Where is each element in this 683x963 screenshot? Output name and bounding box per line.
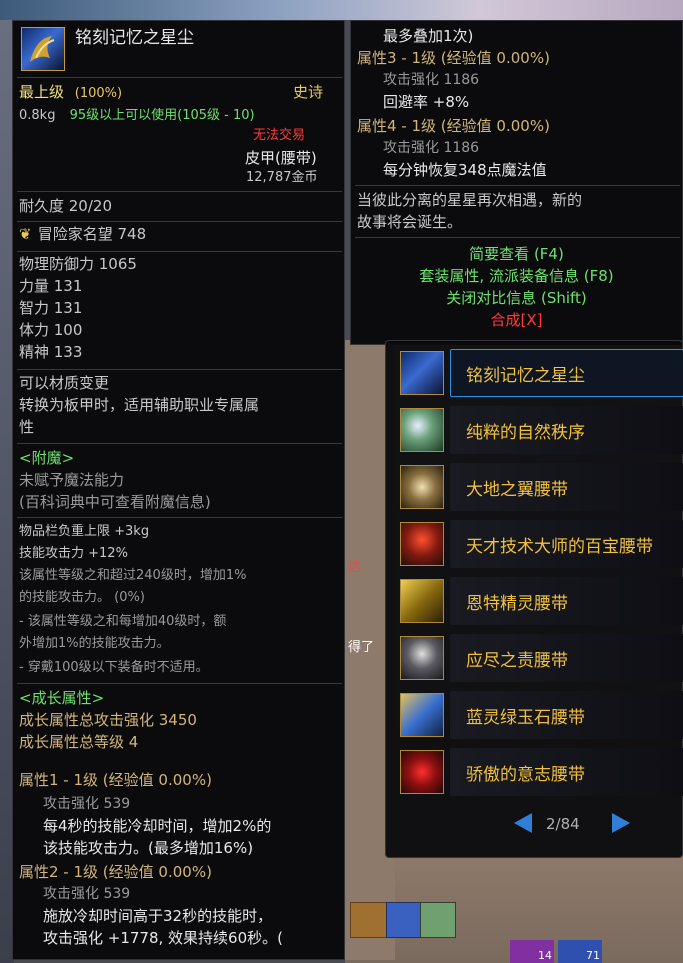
- pride-belt-icon: [400, 750, 444, 794]
- grade-label: 史诗: [293, 83, 324, 101]
- set-desc: 外增加1%的技能攻击力。: [19, 636, 170, 651]
- growth-header: <成长属性>: [19, 689, 105, 707]
- item-tooltip-panel: 铭刻记忆之星尘 最上级 (100%) 史诗 0.8kg 95级以上可以使用(10…: [12, 20, 345, 960]
- set-desc: 该属性等级之和超过240级时，增加1%: [19, 568, 247, 583]
- flavor-text: 故事将会诞生。: [357, 213, 463, 231]
- attr1-attack: 攻击强化 539: [43, 796, 131, 812]
- list-item[interactable]: 天才技术大师的百宝腰带: [394, 518, 683, 570]
- list-item[interactable]: 纯粹的自然秩序: [394, 404, 683, 456]
- equipment-list-panel: 铭刻记忆之星尘 纯粹的自然秩序 大地之翼腰带 天才技术大师的百宝腰带 恩特精灵腰…: [385, 340, 683, 858]
- next-page-icon[interactable]: [612, 813, 630, 833]
- attr1-desc: 该技能攻击力。(最多增加16%): [43, 839, 254, 857]
- level-requirement: 95级以上可以使用(105级 - 10): [69, 108, 255, 123]
- growth-total-level: 成长属性总等级 4: [19, 733, 139, 751]
- set-desc: 的技能攻击力。 (0%): [19, 590, 145, 605]
- attr2-header: 属性2 - 1级 (经验值 0.00%): [19, 863, 212, 881]
- skill-attack: 技能攻击力 +12%: [19, 546, 128, 561]
- attr4-header: 属性4 - 1级 (经验值 0.00%): [357, 117, 550, 135]
- enchant-none: 未赋予魔法能力: [19, 471, 125, 489]
- list-item[interactable]: 恩特精灵腰带: [394, 575, 683, 627]
- attr2-attack: 攻击强化 539: [43, 886, 131, 902]
- growth-total-attack: 成长属性总攻击强化 3450: [19, 711, 197, 729]
- set-desc: - 该属性等级之和每增加40级时，额: [19, 614, 227, 629]
- hotbar-count: 71: [586, 949, 600, 962]
- earth-wing-belt-icon: [400, 465, 444, 509]
- nature-belt-icon: [400, 408, 444, 452]
- attr3-header: 属性3 - 1级 (经验值 0.00%): [357, 49, 550, 67]
- item-name: 铭刻记忆之星尘: [75, 28, 194, 48]
- list-item-label: 骄傲的意志腰带: [466, 765, 585, 785]
- tech-master-belt-icon: [400, 522, 444, 566]
- attr3-dodge: 回避率 +8%: [383, 93, 470, 111]
- game-background-top: [0, 0, 683, 20]
- list-item-label: 铭刻记忆之星尘: [466, 366, 585, 386]
- ent-spirit-belt-icon: [400, 579, 444, 623]
- list-item-label: 应尽之责腰带: [466, 651, 568, 671]
- material-note: 性: [19, 418, 35, 436]
- background-text: 得了: [348, 640, 375, 655]
- list-item-label: 蓝灵绿玉石腰带: [466, 708, 585, 728]
- compose-action[interactable]: 合成[X]: [351, 311, 682, 329]
- hotbar-count: 14: [538, 949, 552, 962]
- hotbar-slot[interactable]: 71: [558, 940, 602, 963]
- item-type: 皮甲(腰带): [245, 149, 317, 167]
- attr2-desc: 施放冷却时间高于32秒的技能时，: [43, 907, 273, 925]
- hotbar-slot[interactable]: 14: [510, 940, 554, 963]
- prev-page-icon[interactable]: [514, 813, 532, 833]
- reputation-value: 冒险家名望 748: [37, 225, 147, 243]
- compare-toggle-action[interactable]: 关闭对比信息 (Shift): [351, 289, 682, 307]
- list-item[interactable]: 骄傲的意志腰带: [394, 746, 683, 798]
- attr1-header: 属性1 - 1级 (经验值 0.00%): [19, 771, 212, 789]
- list-item-label: 天才技术大师的百宝腰带: [466, 537, 653, 557]
- rarity-row: 最上级 (100%): [19, 83, 122, 103]
- enchant-header: <附魔>: [19, 449, 75, 467]
- stat-line: 精神 133: [19, 343, 83, 361]
- item-icon: [21, 27, 65, 71]
- enchant-hint: (百科词典中可查看附魔信息): [19, 493, 211, 511]
- weight: 0.8kg: [19, 108, 56, 123]
- rarity-pct: (100%): [74, 86, 123, 101]
- stat-line: 体力 100: [19, 321, 83, 339]
- attr2-desc: 攻击强化 +1778, 效果持续60秒。(: [43, 929, 283, 947]
- reputation-icon: ❦: [19, 225, 32, 243]
- hotbar-slot[interactable]: [350, 902, 388, 938]
- item-price: 12,787金币: [246, 170, 318, 185]
- list-item-label: 恩特精灵腰带: [466, 594, 568, 614]
- list-item-label: 大地之翼腰带: [466, 480, 568, 500]
- stat-line: 物理防御力 1065: [19, 255, 137, 273]
- inventory-weight: 物品栏负重上限 +3kg: [19, 524, 150, 539]
- trade-status: 无法交易: [253, 128, 306, 143]
- attr1-desc: 每4秒的技能冷却时间，增加2%的: [43, 817, 272, 835]
- reputation-row: ❦ 冒险家名望 748: [19, 225, 146, 245]
- brief-view-action[interactable]: 简要查看 (F4): [351, 245, 682, 263]
- dragon-icon: [30, 36, 55, 62]
- rarity-label: 最上级: [19, 83, 65, 101]
- dragon-icon: [400, 351, 444, 395]
- material-note: 转换为板甲时，适用辅助职业专属属: [19, 396, 260, 414]
- list-item[interactable]: 大地之翼腰带: [394, 461, 683, 513]
- hotbar-slot[interactable]: [420, 902, 456, 938]
- weight-row: 0.8kg 95级以上可以使用(105级 - 10): [19, 107, 255, 125]
- durability: 耐久度 20/20: [19, 197, 112, 215]
- stat-line: 力量 131: [19, 277, 83, 295]
- hotbar-slot[interactable]: [386, 902, 422, 938]
- page-indicator: 2/84: [546, 815, 580, 833]
- list-item[interactable]: 应尽之责腰带: [394, 632, 683, 684]
- attr3-attack: 攻击强化 1186: [383, 72, 480, 88]
- jade-belt-icon: [400, 693, 444, 737]
- background-text: 达: [348, 560, 362, 575]
- duty-belt-icon: [400, 636, 444, 680]
- attr4-mp-regen: 每分钟恢复348点魔法值: [383, 161, 547, 179]
- material-change: 可以材质变更: [19, 374, 110, 392]
- stack-note: 最多叠加1次): [383, 27, 474, 45]
- set-desc: - 穿戴100级以下装备时不适用。: [19, 660, 209, 675]
- list-item-label: 纯粹的自然秩序: [466, 423, 585, 443]
- set-info-action[interactable]: 套装属性, 流派装备信息 (F8): [351, 267, 682, 285]
- flavor-text: 当彼此分离的星星再次相遇，新的: [357, 191, 583, 209]
- list-item[interactable]: 铭刻记忆之星尘: [394, 347, 683, 399]
- attr4-attack: 攻击强化 1186: [383, 140, 480, 156]
- item-tooltip-continuation: 最多叠加1次) 属性3 - 1级 (经验值 0.00%) 攻击强化 1186 回…: [350, 20, 683, 345]
- list-item[interactable]: 蓝灵绿玉石腰带: [394, 689, 683, 741]
- stat-line: 智力 131: [19, 299, 83, 317]
